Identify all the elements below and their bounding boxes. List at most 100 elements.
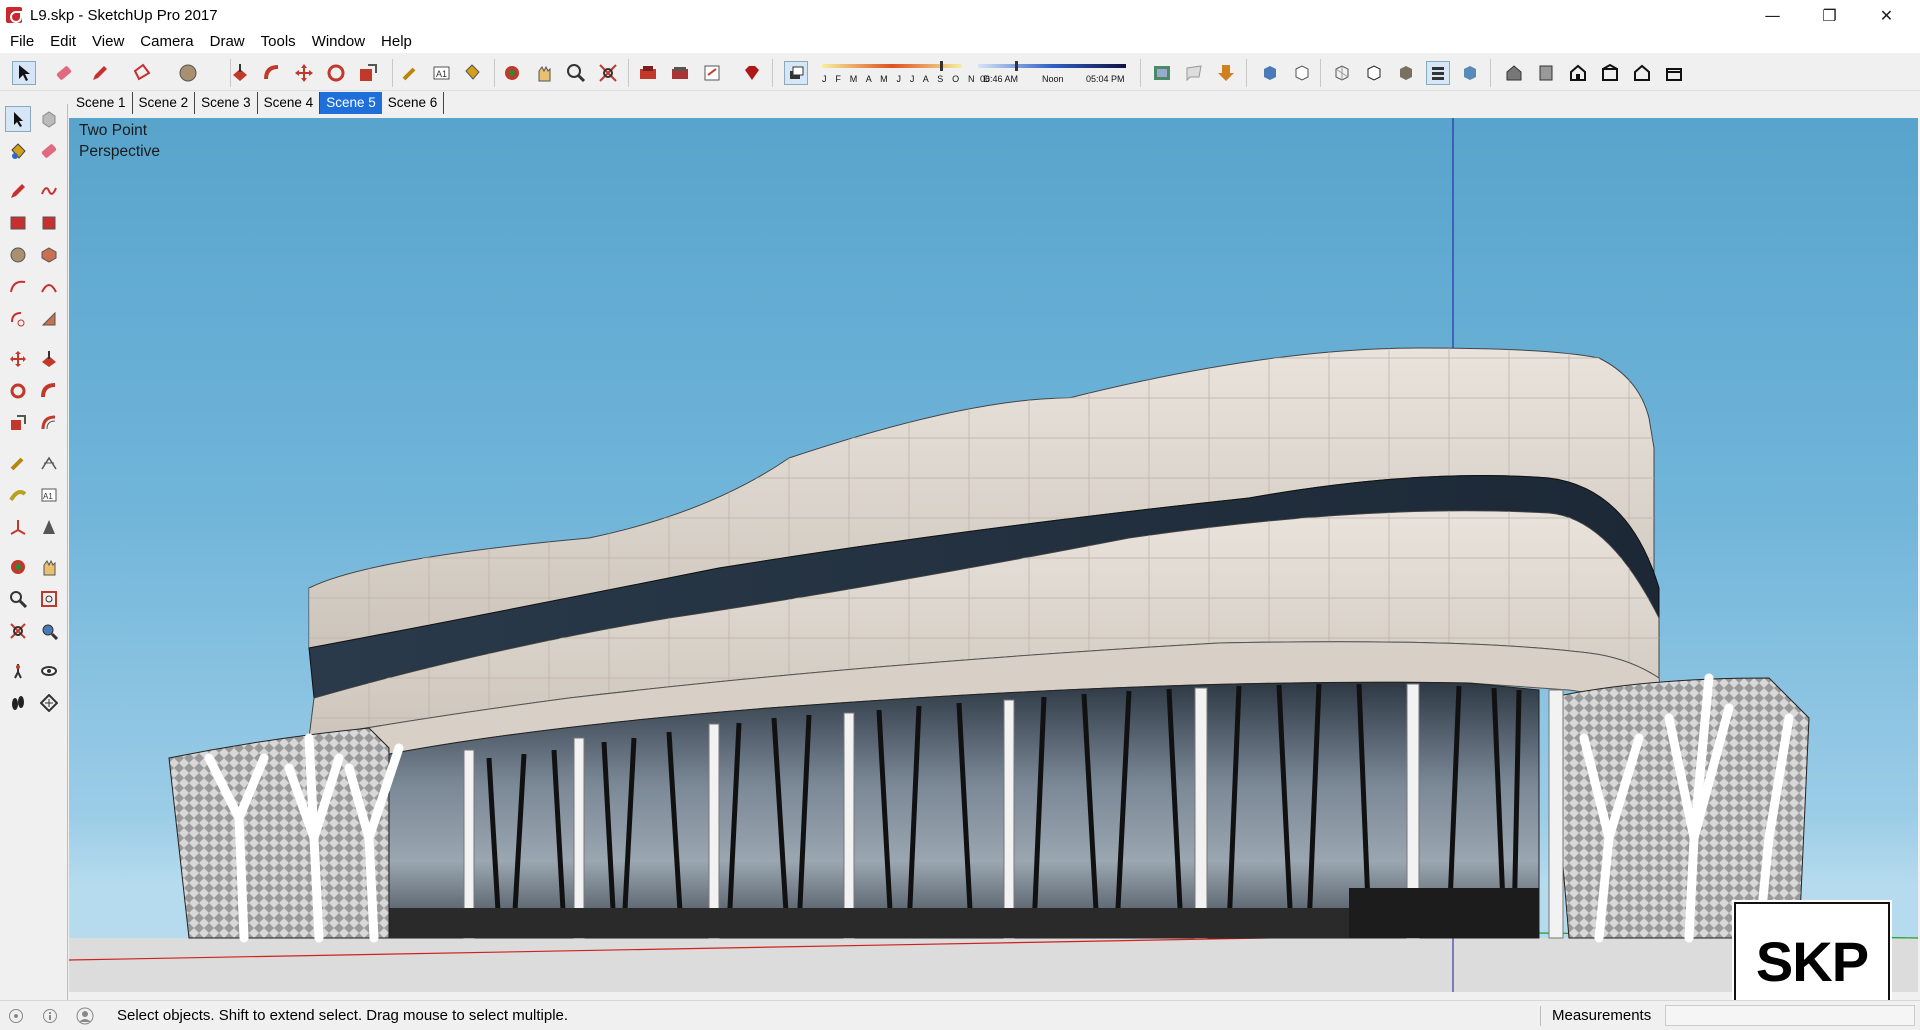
shaded-icon[interactable] [1394,61,1418,85]
paint-cylinder-icon[interactable] [176,61,200,85]
menu-camera[interactable]: Camera [132,30,201,53]
push-pull-icon[interactable] [36,346,62,372]
move-icon[interactable] [5,346,31,372]
warehouse-icon[interactable] [636,61,660,85]
model-viewport[interactable]: Two Point Perspective [69,118,1918,992]
house-front-icon[interactable] [1566,61,1590,85]
circle-icon[interactable] [5,242,31,268]
house-back-icon[interactable] [1630,61,1654,85]
pencil-icon[interactable] [88,61,112,85]
house-top-icon[interactable] [1534,61,1558,85]
menu-help[interactable]: Help [373,30,420,53]
walk-icon[interactable] [5,690,31,716]
zoom-icon[interactable] [564,61,588,85]
section-plane-icon[interactable] [36,690,62,716]
two-point-arc-icon[interactable] [36,274,62,300]
iso-icon[interactable] [1258,61,1282,85]
look-around-icon[interactable] [36,658,62,684]
select-icon[interactable] [12,61,36,85]
zoom-window-icon[interactable] [36,586,62,612]
offset-icon[interactable] [36,410,62,436]
textured-icon[interactable] [1426,61,1450,85]
wireframe-icon[interactable] [1290,61,1314,85]
maximize-button[interactable]: ❐ [1801,0,1858,30]
follow-me-icon[interactable] [260,61,284,85]
pie-icon[interactable] [36,306,62,332]
user-account-icon[interactable] [76,1007,94,1030]
tab-scene-5[interactable]: Scene 5 [320,92,382,114]
orbit-icon[interactable] [500,61,524,85]
eraser-icon[interactable] [52,61,76,85]
text-icon[interactable]: A1 [36,482,62,508]
menu-draw[interactable]: Draw [202,30,253,53]
3d-text-icon[interactable] [36,514,62,540]
tape-measure-icon[interactable] [398,61,422,85]
lasso-icon[interactable] [132,61,156,85]
freehand-icon[interactable] [36,178,62,204]
menu-file[interactable]: File [2,30,42,53]
zoom-extents-icon[interactable] [5,618,31,644]
text-icon[interactable]: A1 [430,61,454,85]
download-icon[interactable] [1214,61,1238,85]
eraser-icon[interactable] [36,138,62,164]
zoom-extents-icon[interactable] [596,61,620,85]
house-iso-icon[interactable] [1502,61,1526,85]
polygon-icon[interactable] [36,242,62,268]
xray-icon[interactable] [1330,61,1354,85]
menu-edit[interactable]: Edit [42,30,84,53]
close-button[interactable]: ✕ [1858,0,1915,30]
menu-view[interactable]: View [84,30,132,53]
scale-icon[interactable] [356,61,380,85]
move-icon[interactable] [292,61,316,85]
pan-icon[interactable] [36,554,62,580]
orbit-icon[interactable] [5,554,31,580]
send-layout-icon[interactable] [700,61,724,85]
rectangle-icon[interactable] [5,210,31,236]
previous-view-icon[interactable] [36,618,62,644]
zoom-icon[interactable] [5,586,31,612]
scale-icon[interactable] [5,410,31,436]
tab-scene-6[interactable]: Scene 6 [382,92,445,114]
axes-icon[interactable] [5,514,31,540]
measurements-input[interactable] [1665,1005,1915,1026]
three-point-arc-icon[interactable] [5,306,31,332]
component-icon[interactable] [36,106,62,132]
house-right-icon[interactable] [1598,61,1622,85]
tape-measure-icon[interactable] [5,450,31,476]
monochrome-icon[interactable] [1458,61,1482,85]
tab-scene-2[interactable]: Scene 2 [133,92,196,114]
paint-bucket-icon[interactable] [460,61,484,85]
geo-location-icon[interactable] [8,1008,24,1029]
dimension-icon[interactable] [36,450,62,476]
extension-icon[interactable] [668,61,692,85]
position-camera-icon[interactable] [5,658,31,684]
rotate-icon[interactable] [5,378,31,404]
map-icon[interactable] [1150,61,1174,85]
rotate-icon[interactable] [324,61,348,85]
minimize-button[interactable]: — [1744,0,1801,30]
follow-me-icon[interactable] [36,378,62,404]
rotated-rectangle-icon[interactable] [36,210,62,236]
pencil-icon[interactable] [5,178,31,204]
ruby-gem-icon[interactable] [740,61,764,85]
measurements-label: Measurements [1552,1007,1652,1024]
arc-icon[interactable] [5,274,31,300]
hidden-line-icon[interactable] [1362,61,1386,85]
protractor-icon[interactable] [5,482,31,508]
menu-window[interactable]: Window [304,30,373,53]
shadow-sliders[interactable]: J F M A M J J A S O N D 06:46 AM Noon 05… [820,60,1128,88]
select-icon[interactable] [5,106,31,132]
paint-bucket-icon[interactable] [5,138,31,164]
toolbar-separator [1490,59,1491,87]
pan-icon[interactable] [532,61,556,85]
push-pull-icon[interactable] [228,61,252,85]
tab-scene-4[interactable]: Scene 4 [258,92,321,114]
shadow-toggle-icon[interactable] [784,61,808,85]
tab-scene-1[interactable]: Scene 1 [70,92,133,114]
info-icon[interactable] [42,1008,58,1029]
menu-tools[interactable]: Tools [253,30,304,53]
tab-scene-3[interactable]: Scene 3 [195,92,258,114]
speech-bubble-icon[interactable] [1182,61,1206,85]
svg-text:A1: A1 [43,492,53,501]
house-left-icon[interactable] [1662,61,1686,85]
